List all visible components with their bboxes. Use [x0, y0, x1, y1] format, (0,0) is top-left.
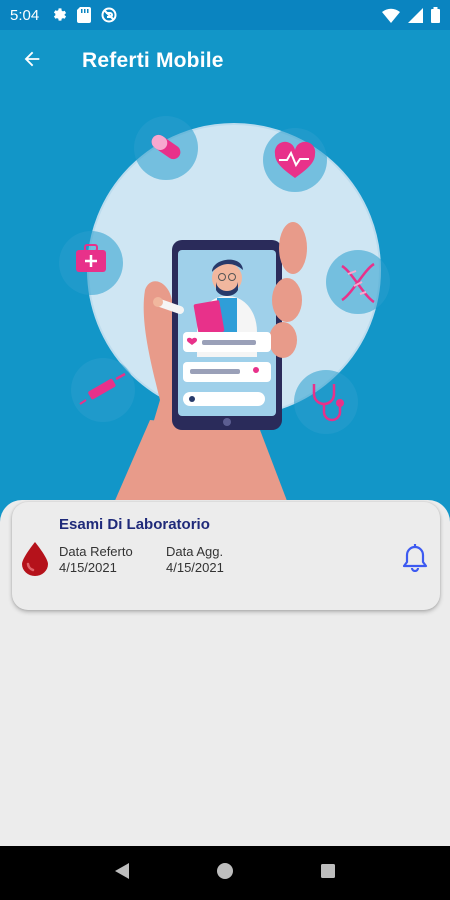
blood-drop-icon	[22, 542, 48, 581]
sync-disabled-icon	[101, 7, 117, 23]
signal-icon	[408, 7, 423, 23]
report-title: Esami Di Laboratorio	[59, 516, 210, 533]
status-time: 5:04	[10, 6, 40, 24]
report-date-column: Data Referto 4/15/2021	[59, 544, 133, 576]
gear-icon	[51, 7, 67, 23]
back-button[interactable]	[8, 37, 56, 85]
wifi-icon	[382, 8, 400, 23]
medical-bag-icon	[59, 231, 123, 295]
stethoscope-icon	[294, 370, 358, 434]
nav-home-button[interactable]	[205, 853, 245, 893]
hero-header: Referti Mobile	[0, 30, 450, 535]
sd-card-icon	[77, 7, 92, 23]
pill-icon	[134, 116, 198, 180]
battery-icon	[431, 7, 440, 23]
doctor-phone-illustration	[59, 116, 390, 535]
home-circle-icon	[216, 862, 234, 885]
report-date-value: 4/15/2021	[59, 560, 117, 575]
update-date-value: 4/15/2021	[166, 560, 224, 575]
heart-monitor-icon	[263, 128, 327, 192]
update-date-column: Data Agg. 4/15/2021	[166, 544, 224, 576]
page-title: Referti Mobile	[82, 49, 224, 72]
report-date-label: Data Referto	[59, 544, 133, 559]
recents-square-icon	[320, 863, 336, 884]
status-bar: 5:04	[0, 0, 450, 30]
nav-back-button[interactable]	[102, 853, 142, 893]
update-date-label: Data Agg.	[166, 544, 224, 559]
app-bar: Referti Mobile	[0, 30, 450, 92]
arrow-left-icon	[21, 48, 43, 75]
system-nav-bar	[0, 846, 450, 900]
back-triangle-icon	[114, 862, 130, 885]
dna-icon	[326, 250, 390, 314]
syringe-icon	[71, 358, 135, 422]
notification-bell-button[interactable]	[400, 542, 430, 576]
reports-panel: Esami Di Laboratorio Data Referto 4/15/2…	[0, 500, 450, 620]
bell-icon	[402, 542, 428, 577]
report-card[interactable]: Esami Di Laboratorio Data Referto 4/15/2…	[12, 502, 440, 610]
nav-recents-button[interactable]	[308, 853, 348, 893]
